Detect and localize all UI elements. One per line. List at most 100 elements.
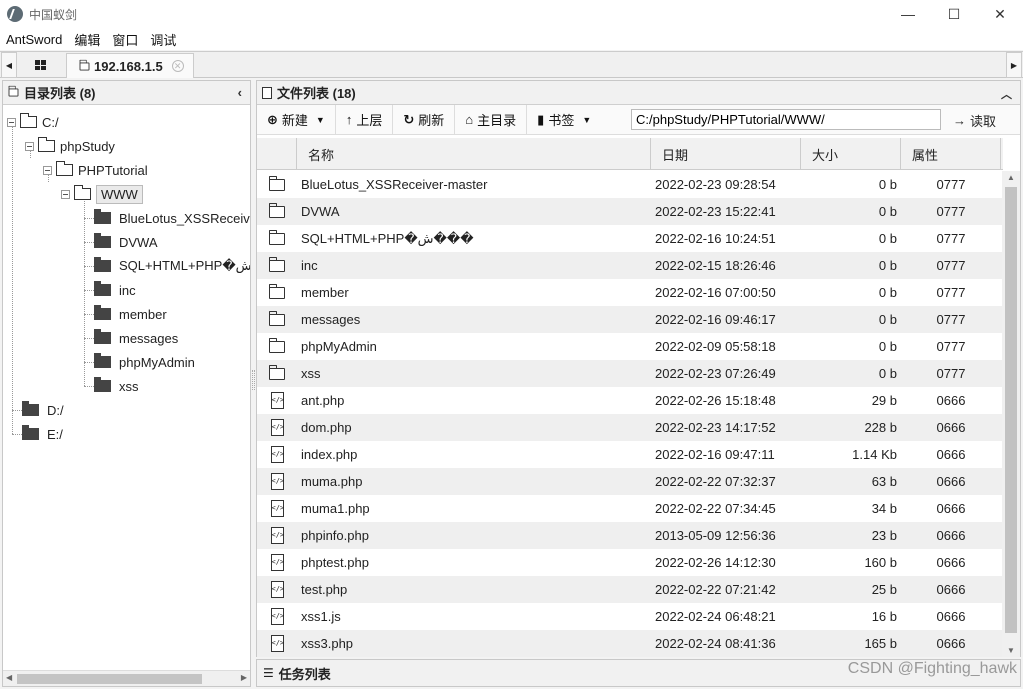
collapse-toggle-icon[interactable] <box>7 117 16 127</box>
tree-node-dvwa[interactable]: DVWA <box>94 231 158 253</box>
tab-host[interactable]: 192.168.1.5 ✕ <box>66 53 194 78</box>
bookmark-button[interactable]: ▮ 书签 ▼ <box>527 105 601 135</box>
scrollbar-thumb[interactable] <box>1005 187 1017 633</box>
scroll-down-icon[interactable]: ▼ <box>1007 646 1015 655</box>
file-size: 63 b <box>871 474 897 489</box>
row-icon-cell: </> <box>257 446 297 463</box>
new-button[interactable]: ⊕ 新建 ▼ <box>257 104 336 135</box>
table-row[interactable]: </> ant.php 2022-02-26 15:18:48 29 b 0666 <box>257 387 1003 414</box>
panel-splitter[interactable] <box>252 370 255 390</box>
tab-close-icon[interactable]: ✕ <box>171 60 184 72</box>
tab-home[interactable] <box>19 53 61 77</box>
refresh-button[interactable]: ↻ 刷新 <box>393 104 456 135</box>
collapse-panel-icon[interactable]: ‹ <box>238 85 242 100</box>
close-button[interactable]: ✕ <box>977 0 1023 28</box>
tree-node-phptutorial[interactable]: PHPTutorial <box>43 159 148 181</box>
tree-node-label: messages <box>119 330 179 346</box>
menu-debug[interactable]: 调试 <box>144 30 182 49</box>
table-row[interactable]: </> phpinfo.php 2013-05-09 12:56:36 23 b 066… <box>257 522 1003 549</box>
row-icon-cell: </> <box>257 473 297 490</box>
open-folder-icon <box>74 185 91 200</box>
menu-antsword[interactable]: AntSword <box>0 32 68 47</box>
table-row[interactable]: member 2022-02-16 07:00:50 0 b 0777 <box>257 279 1003 306</box>
table-row[interactable]: </> muma1.php 2022-02-22 07:34:45 34 b 0666 <box>257 495 1003 522</box>
collapse-up-icon[interactable]: ︿ <box>1001 86 1012 102</box>
table-row[interactable]: inc 2022-02-15 18:26:46 0 b 0777 <box>257 252 1003 279</box>
file-vertical-scrollbar[interactable]: ▲ ▼ <box>1002 171 1020 657</box>
plus-circle-icon: ⊕ <box>267 111 278 127</box>
tree-node-member[interactable]: member <box>94 303 167 325</box>
collapse-toggle-icon[interactable] <box>61 189 70 199</box>
table-row[interactable]: DVWA 2022-02-23 15:22:41 0 b 0777 <box>257 198 1003 225</box>
file-attr: 0666 <box>936 636 966 651</box>
home-button[interactable]: ⌂ 主目录 <box>455 104 528 135</box>
tree-node-d-drive[interactable]: D:/ <box>22 399 64 421</box>
column-date[interactable]: 日期 <box>651 138 801 170</box>
file-size: 0 b <box>878 312 897 327</box>
file-name: inc <box>301 258 318 273</box>
column-attr[interactable]: 属性 <box>901 138 1001 170</box>
table-row[interactable]: phpMyAdmin 2022-02-09 05:58:18 0 b 0777 <box>257 333 1003 360</box>
folder-icon <box>94 329 111 344</box>
tree-horizontal-scrollbar[interactable]: ◀ ▶ <box>3 670 250 686</box>
tree-node-c-drive[interactable]: C:/ <box>7 111 59 133</box>
tree-node-messages[interactable]: messages <box>94 327 178 349</box>
file-attr: 0777 <box>936 231 966 246</box>
dropdown-caret-icon: ▼ <box>582 114 592 125</box>
file-list-header: 文件列表 (18) ︿ <box>257 81 1020 105</box>
file-date: 2022-02-23 07:26:49 <box>655 366 776 381</box>
scroll-left-icon[interactable]: ◀ <box>6 673 12 682</box>
tree-node-label: BlueLotus_XSSReceiver <box>119 210 250 226</box>
up-button[interactable]: ↑ 上层 <box>336 104 394 135</box>
open-folder-icon <box>56 161 73 176</box>
file-attr: 0666 <box>936 420 966 435</box>
file-size: 1.14 Kb <box>852 447 897 462</box>
code-file-icon: </> <box>270 419 284 436</box>
maximize-button[interactable]: ☐ <box>931 0 977 28</box>
table-row[interactable]: xss 2022-02-23 07:26:49 0 b 0777 <box>257 360 1003 387</box>
scroll-right-icon[interactable]: ▶ <box>241 673 247 682</box>
tab-scroll-left-icon[interactable]: ◀ <box>1 52 17 78</box>
tree-node-phpmyadmin[interactable]: phpMyAdmin <box>94 351 195 373</box>
table-row[interactable]: </> xss1.js 2022-02-24 06:48:21 16 b 0666 <box>257 603 1003 630</box>
scrollbar-thumb[interactable] <box>17 674 202 684</box>
file-attr: 0666 <box>936 501 966 516</box>
table-row[interactable]: messages 2022-02-16 09:46:17 0 b 0777 <box>257 306 1003 333</box>
list-icon: ☰ <box>263 666 274 680</box>
home-icon: ⌂ <box>465 112 474 127</box>
table-row[interactable]: </> index.php 2022-02-16 09:47:11 1.14 Kb 06… <box>257 441 1003 468</box>
menu-edit[interactable]: 编辑 <box>68 30 106 49</box>
tree-node-inc[interactable]: inc <box>94 279 136 301</box>
collapse-toggle-icon[interactable] <box>25 141 34 151</box>
tree-node-phpstudy[interactable]: phpStudy <box>25 135 115 157</box>
table-row[interactable]: </> test.php 2022-02-22 07:21:42 25 b 0666 <box>257 576 1003 603</box>
table-row[interactable]: </> dom.php 2022-02-23 14:17:52 228 b 0666 <box>257 414 1003 441</box>
tab-scroll-right-icon[interactable]: ▶ <box>1006 52 1022 78</box>
table-row[interactable]: </> xss3.php 2022-02-24 08:41:36 165 b 0666 <box>257 630 1003 657</box>
minimize-button[interactable]: — <box>885 0 931 28</box>
menu-bar: AntSword 编辑 窗口 调试 <box>0 28 1023 50</box>
scroll-up-icon[interactable]: ▲ <box>1007 173 1015 182</box>
arrow-up-icon: ↑ <box>345 112 353 127</box>
read-button[interactable]: → 读取 <box>947 105 1002 135</box>
column-size[interactable]: 大小 <box>801 138 901 170</box>
tree-node-e-drive[interactable]: E:/ <box>22 423 63 445</box>
table-row[interactable]: BlueLotus_XSSReceiver-master 2022-02-23 0… <box>257 171 1003 198</box>
file-attr: 0777 <box>936 258 966 273</box>
table-row[interactable]: </> muma.php 2022-02-22 07:32:37 63 b 0666 <box>257 468 1003 495</box>
tree-node-xss[interactable]: xss <box>94 375 139 397</box>
bookmark-icon: ▮ <box>537 111 545 127</box>
tree-node-bluelotus[interactable]: BlueLotus_XSSReceiver <box>94 207 250 229</box>
tree-node-sql-html-php[interactable]: SQL+HTML+PHP�ش� <box>94 255 250 277</box>
menu-window[interactable]: 窗口 <box>106 30 144 49</box>
file-date: 2022-02-16 07:00:50 <box>655 285 776 300</box>
file-attr: 0777 <box>936 177 966 192</box>
table-row[interactable]: SQL+HTML+PHP�ش��� 2022-02-16 10:24:51 0 b 0… <box>257 225 1003 252</box>
column-name[interactable]: 名称 <box>297 138 651 170</box>
path-input[interactable] <box>631 109 941 130</box>
file-attr: 0777 <box>936 204 966 219</box>
table-row[interactable]: </> phptest.php 2022-02-26 14:12:30 160 b 06… <box>257 549 1003 576</box>
tree-node-www[interactable]: WWW <box>61 183 143 205</box>
collapse-toggle-icon[interactable] <box>43 165 52 175</box>
folder-icon <box>22 425 39 440</box>
